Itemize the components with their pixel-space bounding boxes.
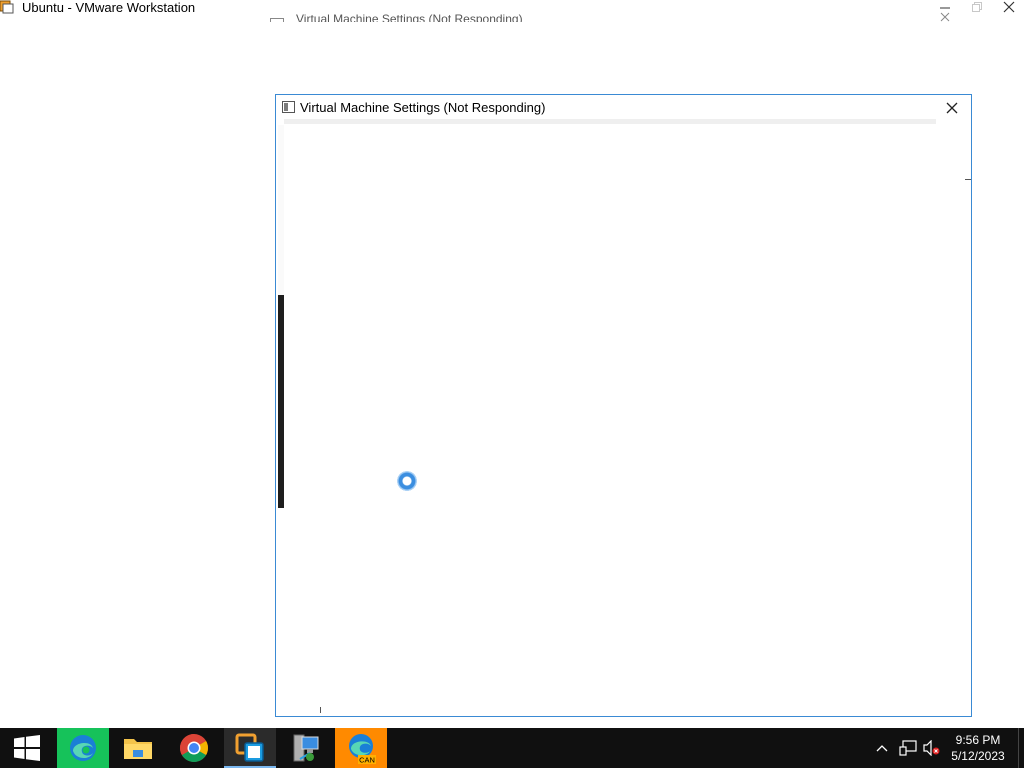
computer-network-icon [293,734,319,762]
folder-icon [124,739,152,759]
chrome-icon [180,734,208,762]
settings-window-icon [282,101,295,113]
taskbar-edge[interactable] [57,728,109,768]
busy-spinner-icon [397,471,417,491]
taskbar-vmware[interactable] [224,728,276,768]
chevron-up-icon [876,745,888,752]
ghost-close-icon [940,12,950,22]
maximize-button[interactable] [962,0,992,14]
main-window-title: Ubuntu - VMware Workstation [22,0,196,15]
speaker-muted-icon [923,740,940,756]
show-desktop-button[interactable] [1018,728,1019,768]
taskbar-chrome[interactable] [168,728,220,768]
dialog-left-edge [278,125,284,295]
start-button[interactable] [0,728,54,768]
close-icon [946,102,958,114]
taskbar-edge-canary[interactable]: CAN [335,728,387,768]
dialog-close-button[interactable] [940,98,964,118]
edge-icon [70,735,96,761]
canary-badge: CAN [359,756,375,765]
taskbar-clock[interactable]: 9:56 PM 5/12/2023 [944,732,1012,764]
dialog-unpainted-region [278,295,284,508]
close-icon [1003,1,1015,13]
vm-settings-dialog[interactable]: Virtual Machine Settings (Not Responding… [275,94,972,717]
show-hidden-icons-button[interactable] [872,728,892,768]
clock-date: 5/12/2023 [951,749,1005,763]
main-close-button[interactable] [994,0,1024,14]
network-tray-button[interactable] [896,728,920,768]
dialog-artifact [965,179,971,180]
edge-canary-icon: CAN [349,734,376,765]
clock-time: 9:56 PM [955,733,1001,747]
dialog-unpainted-strip [284,119,936,124]
dialog-artifact [320,707,321,713]
taskbar-network-tool[interactable] [280,728,332,768]
network-icon [899,740,917,756]
windows-logo-icon [14,735,40,761]
restore-icon [972,2,982,12]
taskbar-file-explorer[interactable] [112,728,164,768]
ghost-window-icon [270,18,284,22]
dialog-title: Virtual Machine Settings (Not Responding… [300,100,546,115]
ghost-window-title: Virtual Machine Settings (Not Responding… [296,12,523,22]
taskbar: CAN 9:56 PM 5/12/2023 [0,728,1024,768]
vmware-app-icon [0,0,14,14]
dialog-titlebar[interactable]: Virtual Machine Settings (Not Responding… [276,95,971,121]
volume-tray-button[interactable] [920,728,944,768]
ghost-window-titlebar: Virtual Machine Settings (Not Responding… [270,8,950,22]
vmware-icon [235,733,264,762]
